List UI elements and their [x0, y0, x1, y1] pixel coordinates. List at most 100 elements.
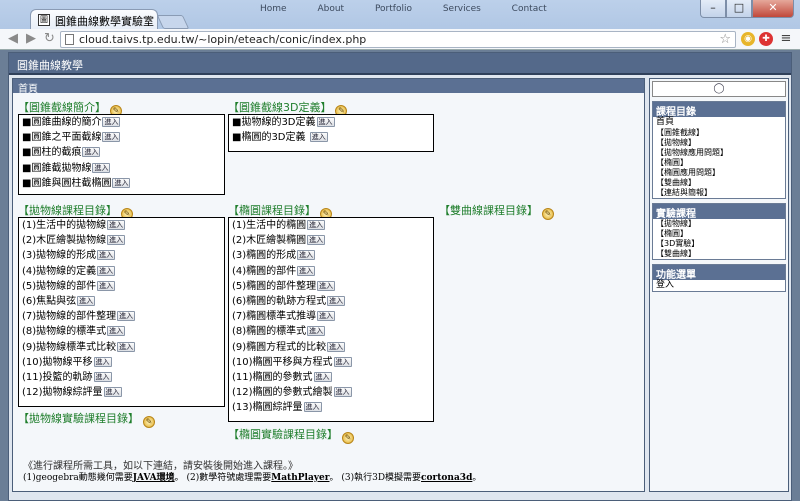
enter-button[interactable]: 進入	[97, 280, 116, 291]
nav-services: Services	[442, 4, 481, 14]
enter-button[interactable]: 進入	[307, 326, 326, 337]
settings-extension-icon[interactable]: ✚	[759, 32, 773, 46]
enter-button[interactable]: 進入	[333, 387, 352, 398]
back-arrow-icon[interactable]: ◀	[8, 31, 18, 47]
list-item: (5)橢圓的部件整理 進入	[232, 280, 336, 292]
java-link[interactable]: JAVA環境	[133, 473, 175, 483]
enter-button[interactable]: 進入	[112, 177, 131, 188]
enter-button[interactable]: 進入	[93, 371, 112, 382]
section-title-parabola-text[interactable]: 【拋物線課程目錄】	[18, 204, 117, 217]
lab-item-3d[interactable]: 【3D實驗】	[653, 239, 785, 249]
lab-item-parabola[interactable]: 【拋物線】	[653, 219, 785, 229]
enter-button[interactable]: 進入	[317, 311, 336, 322]
section-title-intro-text[interactable]: 【圓錐截線簡介】	[18, 101, 106, 114]
list-item: (8)拋物線的標準式 進入	[22, 326, 126, 338]
enter-button[interactable]: 進入	[92, 162, 111, 173]
list-item: (4)橢圓的部件 進入	[232, 265, 316, 277]
enter-button[interactable]: 進入	[97, 250, 116, 261]
sidebar-item-ellipse-app[interactable]: 【橢圓應用問題】	[653, 168, 785, 178]
list-item: (1)生活中的橢圓 進入	[232, 220, 326, 231]
enter-button[interactable]: 進入	[317, 280, 336, 291]
enter-button[interactable]: 進入	[307, 235, 326, 246]
list-item: (6)焦點與弦 進入	[22, 295, 96, 307]
tab-title: 圓錐曲線數學實驗室	[55, 15, 154, 28]
site-nav-ghost: Home About Portfolio Services Contact	[260, 4, 575, 14]
window-close-button[interactable]: ✕	[752, 0, 794, 18]
enter-button[interactable]: 進入	[327, 341, 346, 352]
forward-arrow-icon[interactable]: ▶	[26, 31, 36, 47]
list-item: (7)拋物線的部件整理 進入	[22, 311, 136, 323]
enter-button[interactable]: 進入	[117, 311, 136, 322]
site-container: 圓錐曲線教學 首頁 【圓錐截線簡介】 ✎ ■圓錐曲線的簡介 進入 ■圓錐之平面截線進…	[8, 52, 792, 501]
enter-button[interactable]: 進入	[82, 147, 101, 158]
nav-contact: Contact	[511, 4, 547, 14]
address-bar[interactable]: cloud.taivs.tp.edu.tw/~lopin/eteach/coni…	[60, 31, 736, 48]
enter-button[interactable]: 進入	[93, 356, 112, 367]
browser-tab[interactable]: 圖 圓錐曲線數學實驗室 ×	[30, 9, 158, 29]
enter-button[interactable]: 進入	[327, 295, 346, 306]
mathplayer-link[interactable]: MathPlayer	[271, 473, 329, 483]
list-item: (11)橢圓的參數式 進入	[232, 371, 332, 383]
enter-button[interactable]: 進入	[102, 132, 121, 143]
bookmark-star-icon[interactable]: ☆	[719, 32, 731, 47]
lab-item-ellipse[interactable]: 【橢圓】	[653, 229, 785, 239]
list-item: (3)橢圓的形成 進入	[232, 250, 316, 262]
wrench-menu-icon[interactable]: ≡	[779, 32, 793, 46]
section-title-parabola-lab-text[interactable]: 【拋物線實驗課程目錄】	[18, 412, 139, 425]
sidebar-item-ellipse[interactable]: 【橢圓】	[653, 158, 785, 168]
pencil-icon[interactable]: ✎	[342, 432, 354, 444]
new-tab-button[interactable]	[156, 15, 190, 29]
section-title-ellipse-lab-text[interactable]: 【橢圓實驗課程目錄】	[228, 428, 338, 441]
pencil-icon[interactable]: ✎	[143, 416, 155, 428]
sidebar-item-home[interactable]: 首頁	[653, 117, 785, 128]
ellipse-list: (1)生活中的橢圓 進入 (2)木匠繪製橢圓 進入 (3)橢圓的形成 進入 (4)橢圓…	[228, 217, 434, 422]
list-item: (7)橢圓標準式推導 進入	[232, 311, 336, 323]
sidebar-item-conic[interactable]: 【圓錐截線】	[653, 128, 785, 138]
enter-button[interactable]: 進入	[313, 371, 332, 382]
list-item: ■拋物線的3D定義 進入	[232, 117, 335, 128]
cortona3d-link[interactable]: cortona3d	[421, 473, 472, 483]
enter-button[interactable]: 進入	[107, 220, 126, 230]
enter-button[interactable]: 進入	[77, 295, 96, 306]
parabola-list: (1)生活中的拋物線 進入 (2)木匠繪製拋物線 進入 (3)拋物線的形成 進入 (4…	[18, 217, 225, 407]
enter-button[interactable]: 進入	[107, 326, 126, 337]
minimize-button[interactable]: –	[700, 0, 726, 18]
enter-button[interactable]: 進入	[316, 117, 335, 127]
login-link[interactable]: 登入	[653, 280, 785, 291]
enter-button[interactable]: 進入	[97, 265, 116, 276]
enter-button[interactable]: 進入	[333, 356, 352, 367]
url-text[interactable]: cloud.taivs.tp.edu.tw/~lopin/eteach/coni…	[79, 33, 366, 46]
list-item: ■圓柱的截痕 進入	[22, 147, 101, 159]
extension-icon[interactable]: ◉	[741, 32, 755, 46]
lab-item-hyperbola[interactable]: 【雙曲線】	[653, 249, 785, 259]
pencil-icon[interactable]: ✎	[542, 208, 554, 220]
reload-icon[interactable]: ↻	[44, 31, 55, 47]
tab-close-icon[interactable]: ×	[144, 12, 153, 25]
list-item: (4)拋物線的定義 進入	[22, 265, 116, 277]
section-title-hyperbola-text[interactable]: 【雙曲線課程目錄】	[439, 204, 538, 217]
section-title-hyperbola[interactable]: 【雙曲線課程目錄】 ✎	[439, 202, 554, 220]
list-item: ■圓錐之平面截線 進入	[22, 132, 121, 144]
sidebar-item-parabola-app[interactable]: 【拋物線應用問題】	[653, 148, 785, 158]
list-item: ■圓錐與圓柱截橢圓 進入	[22, 177, 131, 189]
list-item: (9)拋物線標準式比較 進入	[22, 341, 136, 353]
section-title-ellipse-lab[interactable]: 【橢圓實驗課程目錄】 ✎	[228, 426, 354, 444]
sidebar-item-links[interactable]: 【連結與簡報】	[653, 188, 785, 198]
site-title: 圓錐曲線教學	[9, 53, 791, 75]
maximize-button[interactable]: □	[726, 0, 752, 18]
section-title-3d-text[interactable]: 【圓錐截線3D定義】	[228, 101, 331, 114]
enter-button[interactable]: 進入	[307, 220, 326, 230]
sidebar-item-parabola[interactable]: 【拋物線】	[653, 138, 785, 148]
section-title-parabola-lab[interactable]: 【拋物線實驗課程目錄】 ✎	[18, 410, 155, 428]
enter-button[interactable]: 進入	[103, 387, 122, 398]
enter-button[interactable]: 進入	[117, 341, 136, 352]
section-title-ellipse-text[interactable]: 【橢圓課程目錄】	[228, 204, 316, 217]
enter-button[interactable]: 進入	[102, 117, 121, 127]
enter-button[interactable]: 進入	[297, 250, 316, 261]
page-icon	[65, 34, 74, 45]
enter-button[interactable]: 進入	[297, 265, 316, 276]
enter-button[interactable]: 進入	[107, 235, 126, 246]
enter-button[interactable]: 進入	[309, 132, 328, 143]
sidebar-item-hyperbola[interactable]: 【雙曲線】	[653, 178, 785, 188]
enter-button[interactable]: 進入	[303, 402, 322, 413]
